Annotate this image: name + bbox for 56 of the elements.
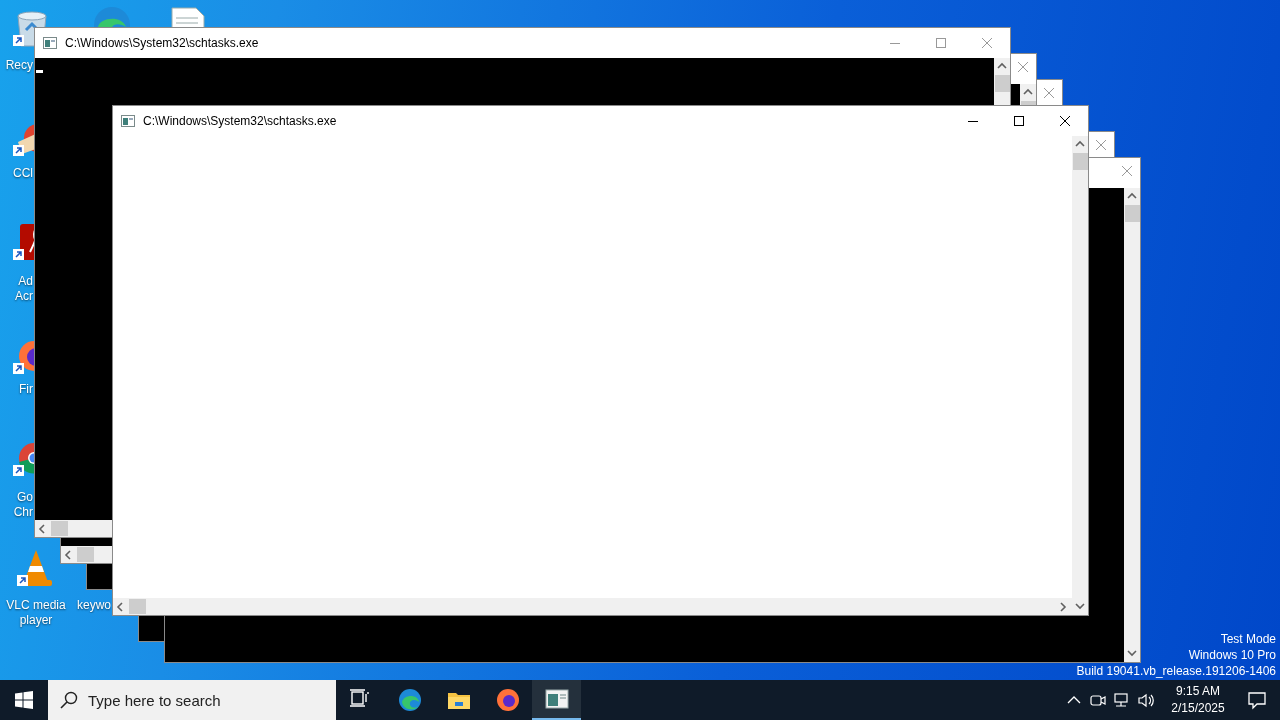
system-info-text: Test Mode: [1220, 631, 1276, 647]
system-info-text: Windows 10 Pro: [1188, 647, 1276, 663]
icon-label[interactable]: Ad Acr: [0, 274, 33, 304]
horizontal-scrollbar[interactable]: [113, 598, 1072, 615]
network-icon: [1113, 691, 1131, 709]
scrollbar-thumb[interactable]: [994, 75, 1010, 92]
icon-label[interactable]: keywo: [76, 598, 111, 613]
shortcut-arrow-icon: [13, 145, 24, 156]
scrollbar-thumb[interactable]: [129, 599, 146, 614]
chevron-down-icon: [1127, 648, 1137, 659]
shortcut-arrow-icon: [17, 575, 28, 586]
shortcut-arrow-icon: [13, 249, 24, 260]
browser-icon: [495, 688, 520, 712]
maximize-icon: [1014, 116, 1024, 126]
app-icon: [43, 37, 57, 49]
browser-icon: [397, 688, 422, 712]
icon-label[interactable]: Go Chr: [0, 490, 33, 520]
icon-label[interactable]: Fir: [0, 382, 33, 397]
windows-logo-icon: [15, 691, 33, 709]
chevron-left-icon: [116, 601, 126, 612]
scrollbar-thumb[interactable]: [51, 521, 68, 536]
volume-icon: [1137, 691, 1155, 709]
shortcut-arrow-icon: [13, 363, 24, 374]
close-icon: [982, 38, 992, 48]
app-icon: [121, 115, 135, 127]
shortcut-arrow-icon: [13, 465, 24, 476]
search-field[interactable]: Type here to search: [48, 680, 336, 720]
scrollbar-thumb[interactable]: [1124, 205, 1140, 222]
close-icon: [1060, 116, 1070, 126]
window-title: C:\Windows\System32\schtasks.exe: [143, 114, 337, 128]
icon-label[interactable]: Recy: [0, 58, 33, 73]
chat-bubble-icon: [1247, 690, 1267, 710]
search-icon: [60, 691, 78, 709]
shortcut-arrow-icon: [13, 35, 24, 46]
icon-label[interactable]: CCl: [0, 166, 33, 181]
taskbar-app-button[interactable]: [532, 680, 581, 720]
chevron-down-icon: [1075, 601, 1085, 612]
close-icon: [1018, 62, 1028, 72]
scrollbar-thumb[interactable]: [77, 547, 94, 562]
chevron-left-icon: [38, 523, 48, 534]
close-icon: [1096, 140, 1106, 150]
clock[interactable]: 9:15 AM 2/15/2025: [1162, 680, 1234, 720]
window-icon: [544, 687, 569, 711]
chevron-left-icon: [64, 549, 74, 560]
close-icon: [1044, 88, 1054, 98]
maximize-icon: [936, 38, 946, 48]
window-title: C:\Windows\System32\schtasks.exe: [65, 36, 259, 50]
vertical-scrollbar[interactable]: [1072, 136, 1088, 615]
clock-time: 9:15 AM: [1176, 683, 1220, 700]
close-icon: [1122, 166, 1132, 176]
icon-label[interactable]: VLC media player: [0, 598, 72, 628]
scrollbar-thumb[interactable]: [1072, 153, 1088, 170]
vertical-scrollbar[interactable]: [1124, 188, 1140, 662]
clock-date: 2/15/2025: [1171, 700, 1225, 717]
chevron-right-icon: [1059, 601, 1069, 612]
system-info-text: Build 19041.vb_release.191206-1406: [1076, 663, 1276, 679]
